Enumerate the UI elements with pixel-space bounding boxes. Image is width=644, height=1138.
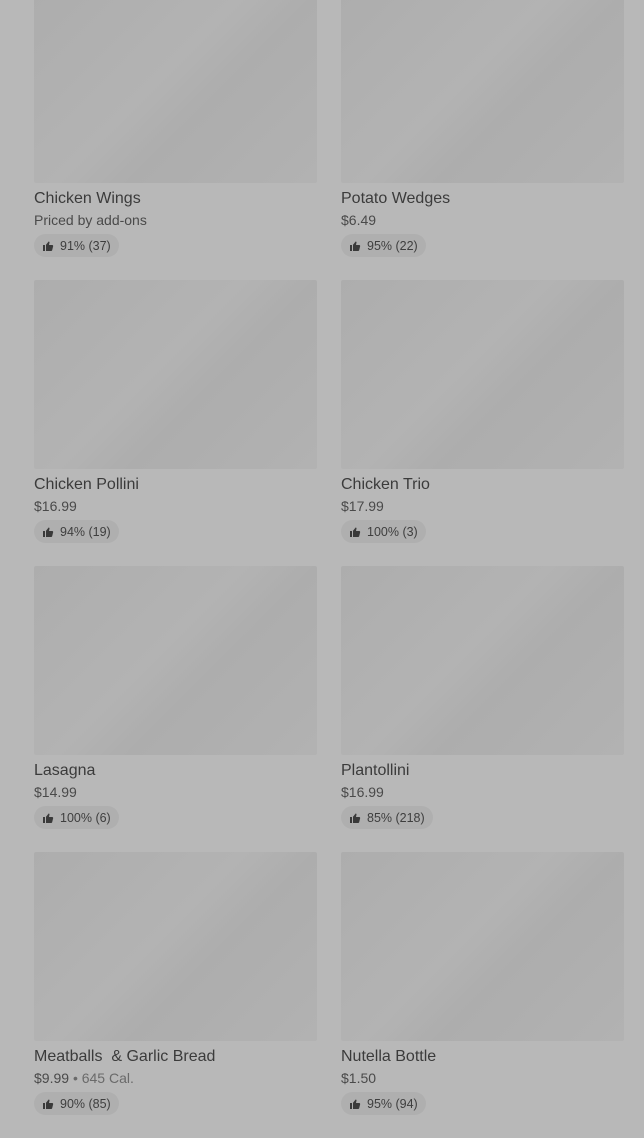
menu-item-price: $9.99 • 645 Cal.	[34, 1070, 317, 1086]
price-text: $14.99	[34, 784, 77, 800]
menu-item-price: $14.99	[34, 784, 317, 800]
menu-item-image[interactable]	[34, 0, 317, 183]
menu-item-image[interactable]	[341, 280, 624, 469]
rating-text: 85% (218)	[367, 810, 425, 825]
menu-item-image[interactable]	[34, 280, 317, 469]
menu-item-title: Chicken Trio	[341, 476, 430, 493]
menu-item-card-nutella-bottle[interactable]: Nutella Bottle $1.50 95% (94)	[341, 852, 624, 1138]
menu-item-image[interactable]	[341, 852, 624, 1041]
price-text: Priced by add-ons	[34, 212, 147, 228]
rating-badge: 85% (218)	[341, 806, 433, 829]
rating-badge: 95% (22)	[341, 234, 426, 257]
price-text: $16.99	[341, 784, 384, 800]
menu-item-image[interactable]	[34, 852, 317, 1041]
menu-item-price: $17.99	[341, 498, 624, 514]
price-text: $1.50	[341, 1070, 377, 1086]
menu-item-card-chicken-trio[interactable]: Chicken Trio $17.99 100% (3)	[341, 280, 624, 566]
menu-item-title: Potato Wedges	[341, 190, 451, 207]
thumbs-up-icon	[42, 240, 54, 252]
menu-item-price: $6.49	[341, 212, 624, 228]
calories-text: 645 Cal.	[81, 1070, 134, 1086]
rating-text: 100% (6)	[60, 810, 111, 825]
menu-item-title: Plantollini	[341, 762, 410, 779]
thumbs-up-icon	[349, 240, 361, 252]
rating-badge: 100% (6)	[34, 806, 119, 829]
thumbs-up-icon	[42, 812, 54, 824]
price-text: $16.99	[34, 498, 77, 514]
menu-item-card-chicken-wings[interactable]: Chicken Wings Priced by add-ons 91% (37)	[34, 0, 317, 280]
thumbs-up-icon	[349, 526, 361, 538]
menu-item-price: $1.50	[341, 1070, 624, 1086]
rating-badge: 95% (94)	[341, 1092, 426, 1115]
rating-text: 100% (3)	[367, 524, 418, 539]
menu-item-image[interactable]	[341, 0, 624, 183]
rating-text: 95% (22)	[367, 238, 418, 253]
menu-item-title: Chicken Wings	[34, 190, 141, 207]
rating-badge: 91% (37)	[34, 234, 119, 257]
rating-text: 91% (37)	[60, 238, 111, 253]
menu-item-image[interactable]	[34, 566, 317, 755]
menu-item-card-potato-wedges[interactable]: Potato Wedges $6.49 95% (22)	[341, 0, 624, 280]
menu-grid: Chicken Wings Priced by add-ons 91% (37)…	[34, 0, 624, 1138]
menu-item-card-chicken-pollini[interactable]: Chicken Pollini $16.99 94% (19)	[34, 280, 317, 566]
menu-item-price: Priced by add-ons	[34, 212, 317, 228]
rating-text: 95% (94)	[367, 1096, 418, 1111]
menu-item-price: $16.99	[341, 784, 624, 800]
menu-item-price: $16.99	[34, 498, 317, 514]
rating-text: 90% (85)	[60, 1096, 111, 1111]
menu-item-card-plantollini[interactable]: Plantollini $16.99 85% (218)	[341, 566, 624, 852]
menu-item-image[interactable]	[341, 566, 624, 755]
menu-item-card-lasagna[interactable]: Lasagna $14.99 100% (6)	[34, 566, 317, 852]
thumbs-up-icon	[42, 526, 54, 538]
menu-item-title: Chicken Pollini	[34, 476, 139, 493]
rating-badge: 94% (19)	[34, 520, 119, 543]
menu-item-title: Lasagna	[34, 762, 96, 779]
thumbs-up-icon	[349, 812, 361, 824]
rating-badge: 90% (85)	[34, 1092, 119, 1115]
menu-item-title: Nutella Bottle	[341, 1048, 437, 1065]
menu-item-card-meatballs-garlic-bread[interactable]: Meatballs & Garlic Bread $9.99 • 645 Cal…	[34, 852, 317, 1138]
price-text: $6.49	[341, 212, 377, 228]
price-text: $9.99	[34, 1070, 70, 1086]
price-text: $17.99	[341, 498, 384, 514]
menu-item-title: Meatballs & Garlic Bread	[34, 1048, 216, 1065]
rating-badge: 100% (3)	[341, 520, 426, 543]
rating-text: 94% (19)	[60, 524, 111, 539]
separator-dot: •	[72, 1070, 78, 1086]
